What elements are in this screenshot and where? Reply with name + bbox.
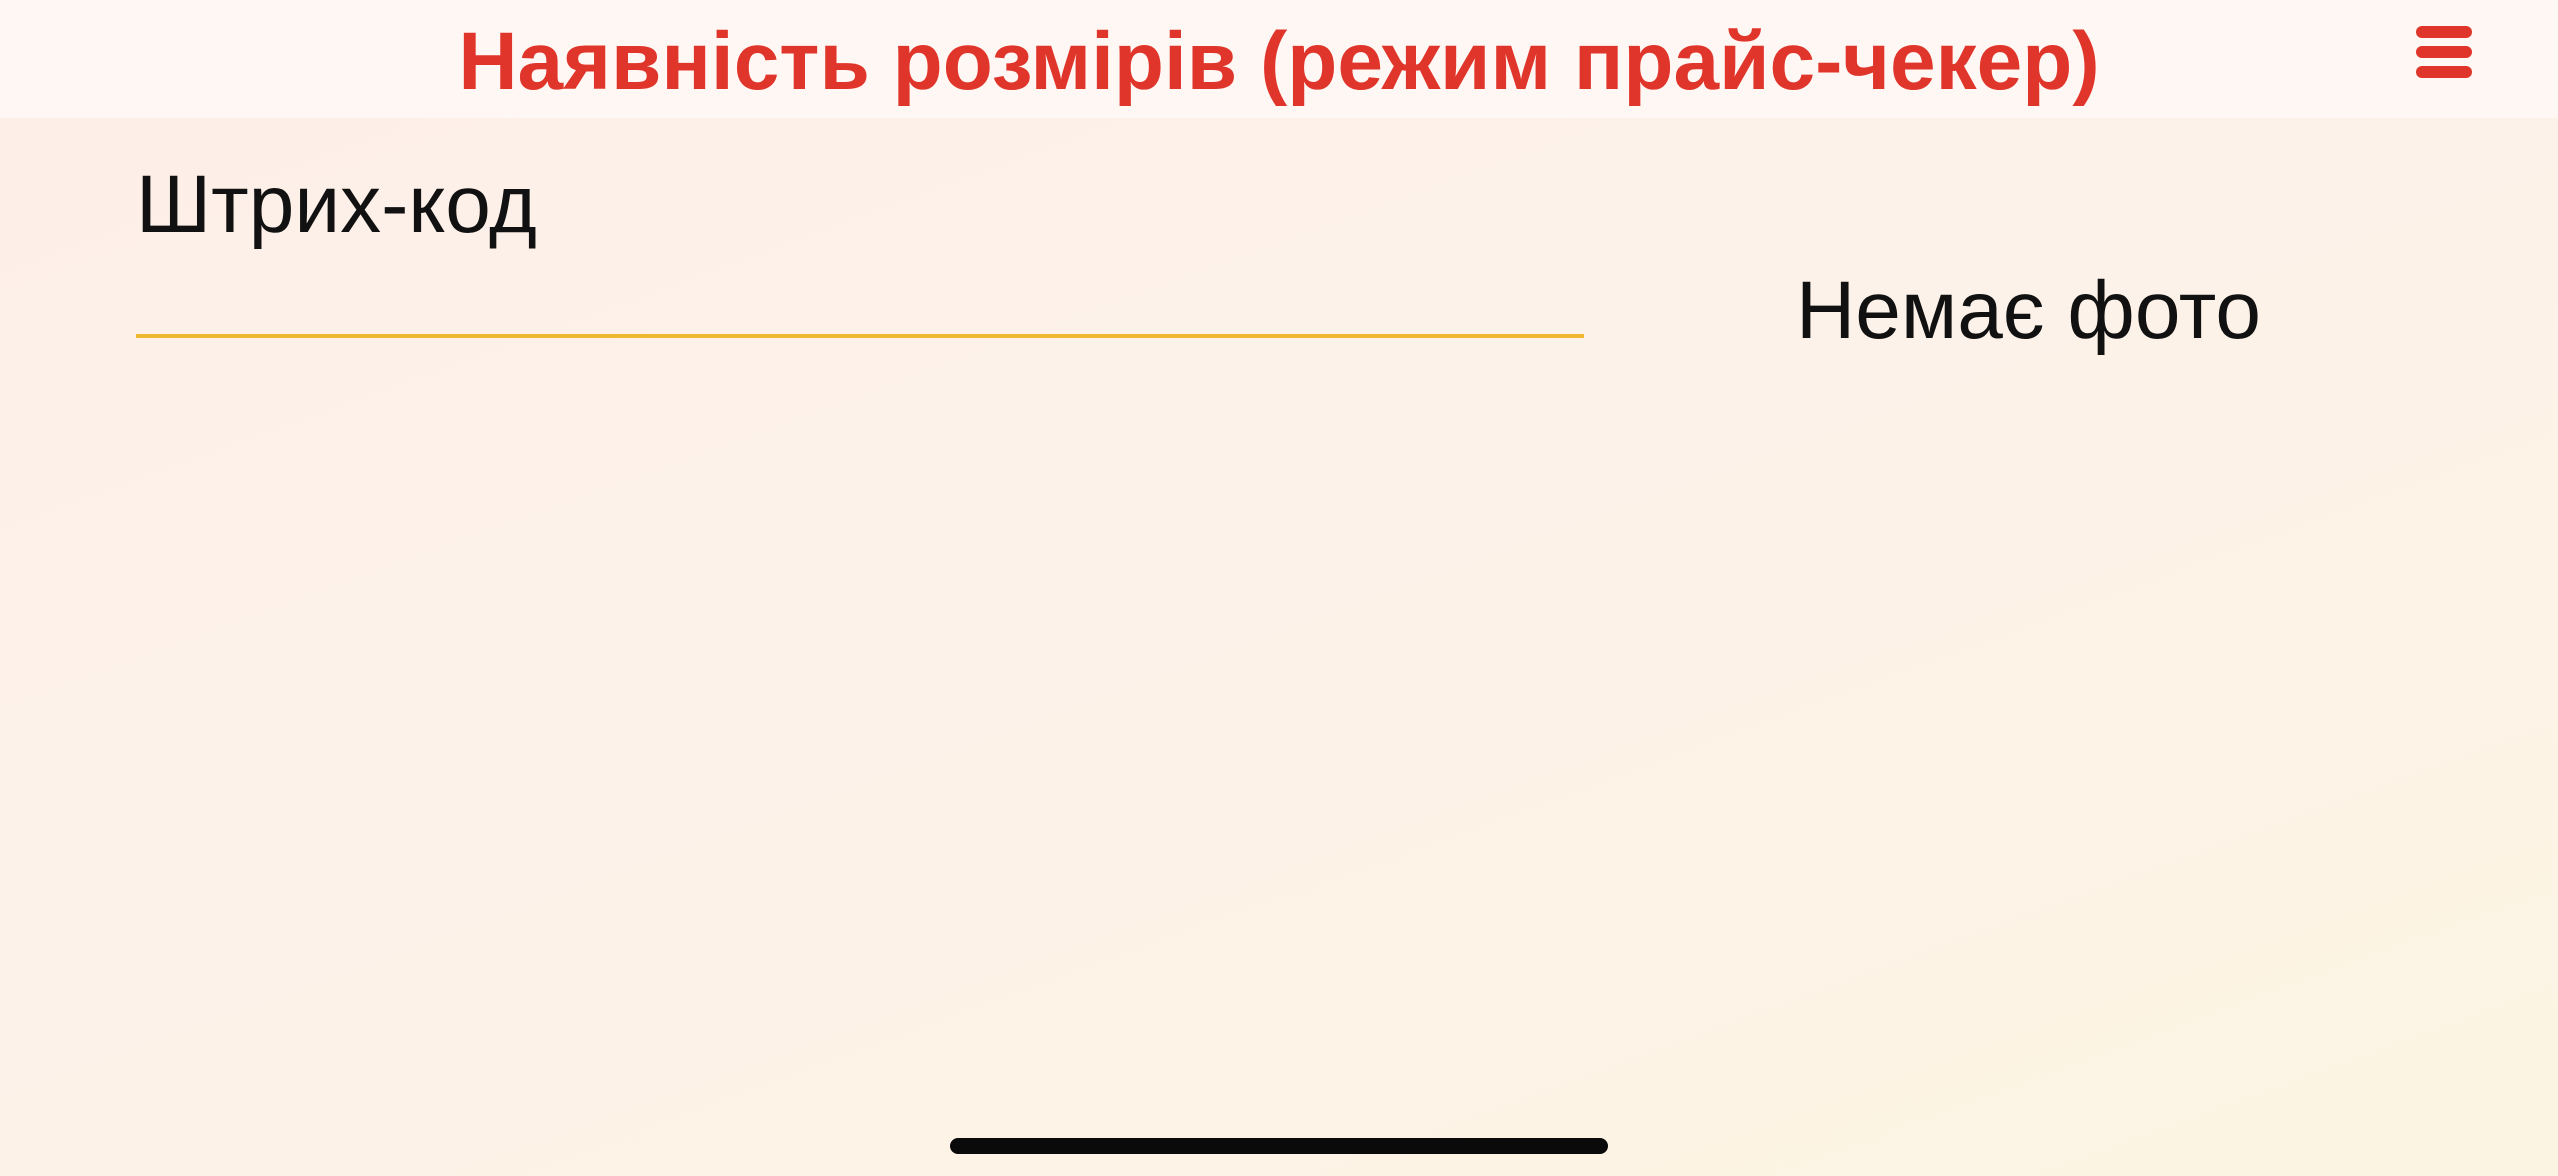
menu-bar-line — [2416, 26, 2472, 38]
no-photo-placeholder: Немає фото — [1796, 265, 2261, 356]
barcode-input[interactable] — [136, 262, 1584, 338]
header-bar: Наявність розмірів (режим прайс-чекер) — [0, 0, 2558, 118]
barcode-label: Штрих-код — [136, 159, 537, 250]
hamburger-menu-icon[interactable] — [2412, 20, 2476, 84]
page-title: Наявність розмірів (режим прайс-чекер) — [458, 16, 2100, 107]
home-indicator — [950, 1138, 1608, 1154]
menu-bar-line — [2416, 66, 2472, 78]
menu-bar-line — [2416, 46, 2472, 58]
